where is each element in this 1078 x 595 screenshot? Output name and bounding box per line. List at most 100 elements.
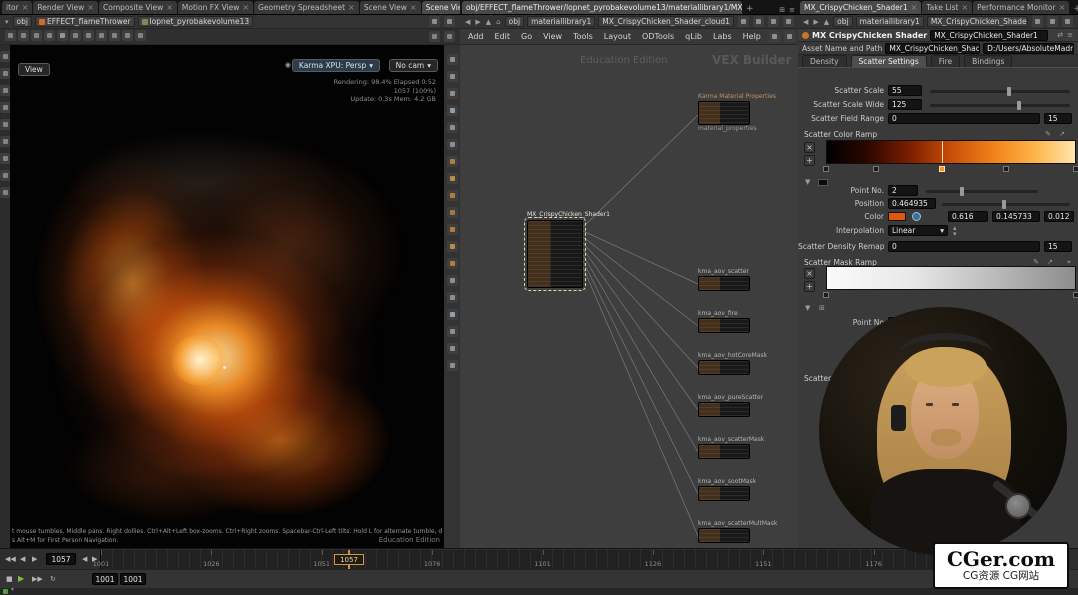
color-ramp-gradient[interactable] bbox=[826, 140, 1076, 164]
toolbar-icon[interactable] bbox=[447, 241, 458, 252]
home-icon[interactable]: ⌂ bbox=[495, 18, 501, 26]
add-point-button[interactable]: + bbox=[804, 281, 815, 292]
view-menu-button[interactable]: View bbox=[18, 63, 50, 76]
position-field[interactable]: 0.464935 bbox=[888, 198, 936, 209]
pane-split-icon[interactable]: ⊞ bbox=[778, 6, 786, 14]
tab-composite-view[interactable]: Composite View× bbox=[99, 1, 177, 14]
toolbar-icon[interactable] bbox=[135, 30, 146, 41]
back-icon[interactable]: ◀ bbox=[802, 18, 809, 26]
tab-motion-fx-view[interactable]: Motion FX View× bbox=[178, 1, 253, 14]
menu-go[interactable]: Go bbox=[517, 32, 536, 41]
menu-layout[interactable]: Layout bbox=[600, 32, 635, 41]
new-tab-button[interactable]: + bbox=[1070, 4, 1078, 14]
tab-shader-params[interactable]: MX_CrispyChicken_Shader1× bbox=[800, 1, 921, 14]
ramp-point-marker[interactable] bbox=[939, 166, 945, 172]
close-icon[interactable]: × bbox=[242, 2, 249, 14]
asset-path-field[interactable]: D:/Users/AbsoluteMadman/Docum bbox=[983, 43, 1074, 54]
up-icon[interactable]: ▲ bbox=[485, 18, 492, 26]
toolbar-icon[interactable] bbox=[44, 30, 55, 41]
close-icon[interactable]: × bbox=[410, 2, 417, 14]
node-body[interactable] bbox=[698, 444, 750, 459]
menu-view[interactable]: View bbox=[539, 32, 566, 41]
remove-point-button[interactable]: × bbox=[804, 142, 815, 153]
color-g-field[interactable]: 0.145733 bbox=[992, 211, 1040, 222]
node-body[interactable] bbox=[698, 528, 750, 543]
menu-odtools[interactable]: ODTools bbox=[638, 32, 678, 41]
point-no-field[interactable]: 2 bbox=[888, 185, 918, 196]
forward-icon[interactable]: ▶ bbox=[812, 18, 819, 26]
ramp-point-marker[interactable] bbox=[823, 292, 829, 298]
play-button[interactable]: ▶ bbox=[30, 555, 39, 563]
node-body[interactable] bbox=[698, 402, 750, 417]
camera-selector[interactable]: No cam▾ bbox=[389, 59, 438, 72]
collapse-icon[interactable]: ▼ bbox=[804, 304, 811, 312]
toolbar-icon[interactable] bbox=[447, 275, 458, 286]
toolbar-icon[interactable] bbox=[70, 30, 81, 41]
node-body[interactable] bbox=[527, 220, 583, 288]
toolbar-icon[interactable] bbox=[83, 30, 94, 41]
tab-take-list[interactable]: Take List× bbox=[922, 1, 972, 14]
ramp-point-marker[interactable] bbox=[873, 166, 879, 172]
network-pane[interactable]: Education Edition VEX Builder Karma Mate… bbox=[460, 45, 798, 548]
remove-point-button[interactable]: × bbox=[804, 268, 815, 279]
jump-start-button[interactable]: ◀◀ bbox=[3, 555, 18, 563]
close-icon[interactable]: × bbox=[166, 2, 173, 14]
up-icon[interactable]: ▲ bbox=[823, 18, 830, 26]
density-remap-max[interactable]: 15 bbox=[1044, 241, 1072, 252]
toolbar-icon[interactable] bbox=[447, 343, 458, 354]
node-kma_aov_scatter[interactable]: kma_aov_scatter bbox=[698, 268, 768, 291]
path-item-flamethrower[interactable]: EFFECT_flameThrower bbox=[35, 16, 135, 27]
toolbar-icon[interactable] bbox=[769, 31, 780, 42]
toolbar-icon[interactable] bbox=[429, 31, 440, 42]
frame-back-button[interactable]: ◀ bbox=[80, 555, 89, 563]
net-path-matlib[interactable]: materiallibrary1 bbox=[527, 16, 595, 27]
viewport-pane[interactable]: View ◉ ↻ Karma XPU: Persp▾ No cam▾ Rende… bbox=[10, 45, 444, 548]
toolbar-icon[interactable] bbox=[738, 16, 749, 27]
point-no-slider[interactable] bbox=[926, 190, 1038, 193]
tab-editor-cut[interactable]: itor× bbox=[2, 1, 32, 14]
tab-bindings[interactable]: Bindings bbox=[964, 55, 1012, 67]
expand-ramp-icon[interactable]: ↗ bbox=[1058, 130, 1066, 138]
toolbar-icon[interactable] bbox=[96, 30, 107, 41]
close-icon[interactable]: × bbox=[87, 2, 94, 14]
toolbar-icon[interactable] bbox=[447, 258, 458, 269]
toolbar-icon[interactable] bbox=[18, 30, 29, 41]
close-icon[interactable]: × bbox=[1059, 2, 1066, 14]
tab-network-path[interactable]: obj/EFFECT_flameThrower/lopnet_pyrobakev… bbox=[462, 1, 742, 14]
scatter-scale-slider[interactable] bbox=[930, 90, 1070, 93]
new-tab-button[interactable]: + bbox=[743, 4, 757, 14]
menu-add[interactable]: Add bbox=[464, 32, 488, 41]
toolbar-icon[interactable] bbox=[57, 30, 68, 41]
toolbar-icon[interactable] bbox=[447, 173, 458, 184]
status-dropdown-icon[interactable]: ▾ bbox=[11, 586, 14, 593]
toolbar-icon[interactable] bbox=[447, 88, 458, 99]
toolbar-icon[interactable] bbox=[447, 292, 458, 303]
interpolation-dropdown[interactable]: Linear▾ bbox=[888, 225, 948, 236]
color-swatch[interactable] bbox=[888, 212, 906, 221]
node-body[interactable] bbox=[698, 276, 750, 291]
scatter-field-range-field[interactable]: 0 bbox=[888, 113, 1040, 124]
menu-labs[interactable]: Labs bbox=[709, 32, 736, 41]
color-r-field[interactable]: 0.616 bbox=[948, 211, 988, 222]
jump-end-button[interactable]: ▶▶ bbox=[30, 575, 45, 583]
renderer-selector[interactable]: Karma XPU: Persp▾ bbox=[292, 59, 380, 72]
param-path-shader[interactable]: MX_CrispyChicken_Shader_Builder_clou bbox=[927, 16, 1028, 27]
scatter-field-range-max[interactable]: 15 bbox=[1044, 113, 1072, 124]
close-icon[interactable]: × bbox=[961, 2, 968, 14]
toolbar-icon[interactable] bbox=[784, 31, 795, 42]
stepper-down-icon[interactable]: ▾ bbox=[952, 230, 958, 238]
tab-fire[interactable]: Fire bbox=[931, 55, 960, 67]
menu-edit[interactable]: Edit bbox=[491, 32, 515, 41]
toolbar-icon[interactable] bbox=[447, 207, 458, 218]
node-kma_aov_fire[interactable]: kma_aov_fire bbox=[698, 310, 768, 333]
toolbar-icon[interactable] bbox=[447, 224, 458, 235]
toolbar-icon[interactable] bbox=[444, 16, 455, 27]
close-icon[interactable]: × bbox=[348, 2, 355, 14]
toolbar-icon[interactable] bbox=[768, 16, 779, 27]
node-shader-selected[interactable]: MX_CrispyChicken_Shader1 bbox=[527, 211, 617, 288]
loop-button[interactable]: ↻ bbox=[48, 575, 58, 583]
node-kma_aov_hotCoreMask[interactable]: kma_aov_hotCoreMask bbox=[698, 352, 768, 375]
net-path-obj[interactable]: obj bbox=[505, 16, 524, 27]
tab-geometry-spreadsheet[interactable]: Geometry Spreadsheet× bbox=[254, 1, 359, 14]
close-icon[interactable]: × bbox=[22, 2, 29, 14]
